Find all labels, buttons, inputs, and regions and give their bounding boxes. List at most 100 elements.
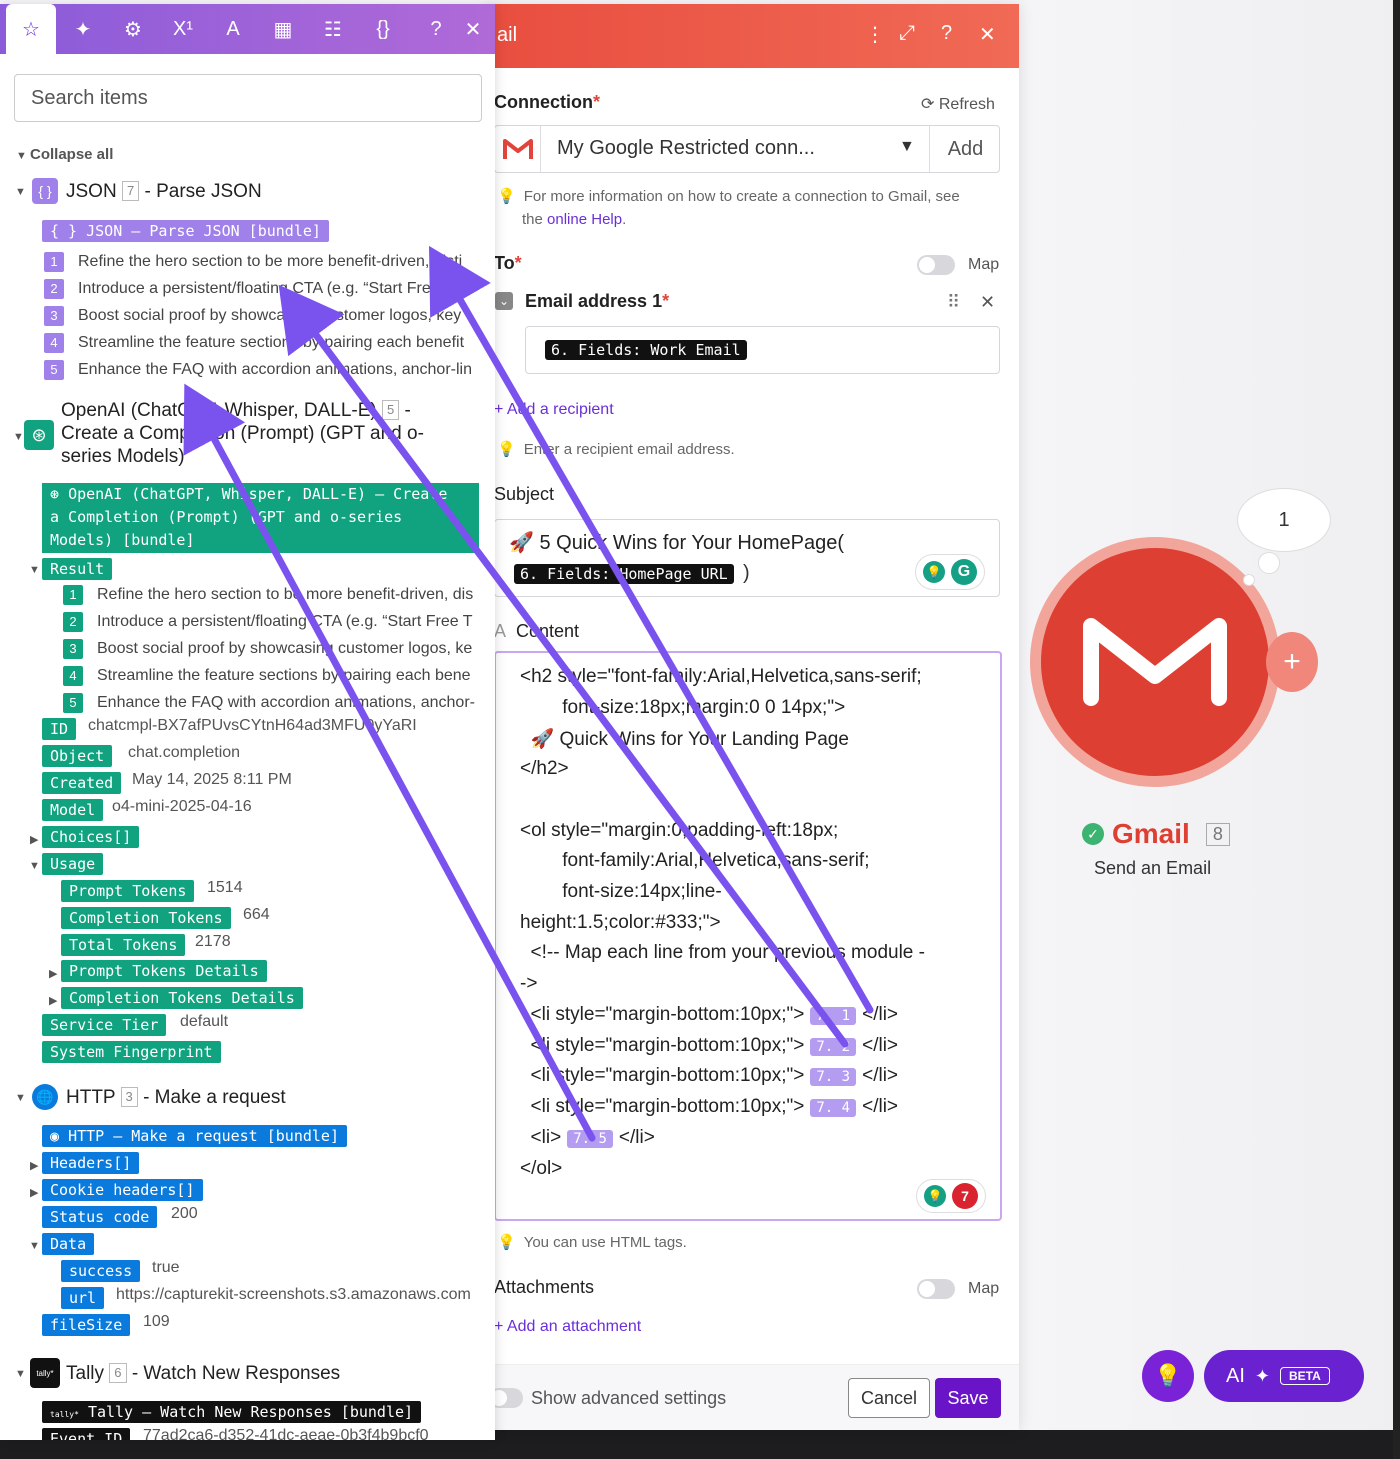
- json-list-item[interactable]: Boost social proof by showcasing custome…: [78, 307, 478, 325]
- connection-label: Connection*: [494, 92, 601, 112]
- tally-group-title[interactable]: Tally 6 - Watch New Responses: [66, 1362, 340, 1385]
- service-tier-chip[interactable]: Service Tier: [42, 1014, 167, 1036]
- headers-chip[interactable]: Headers[]: [42, 1152, 140, 1174]
- connection-select[interactable]: My Google Restricted conn... ▼ Add: [494, 125, 1000, 173]
- code-line: ->: [520, 973, 538, 994]
- http-bundle-chip[interactable]: ◉ HTTP – Make a request [bundle]: [42, 1125, 347, 1147]
- status-code-chip[interactable]: Status code: [42, 1206, 158, 1228]
- dialog-header: ail ⋮ ⤢ ? ✕: [487, 4, 1019, 68]
- field-chip[interactable]: Object: [42, 745, 113, 767]
- tab-date[interactable]: ▦: [258, 4, 308, 54]
- to-map-toggle[interactable]: [917, 255, 955, 275]
- json-bundle-chip[interactable]: { } JSON – Parse JSON [bundle]: [42, 220, 329, 242]
- code-line: </ol>: [520, 1157, 563, 1179]
- json-list-item[interactable]: Enhance the FAQ with accordion animation…: [78, 361, 478, 379]
- search-input[interactable]: Search items: [14, 74, 482, 122]
- result-list-item[interactable]: Boost social proof by showcasing custome…: [97, 640, 479, 658]
- collapse-email-icon[interactable]: ⌄: [495, 292, 513, 310]
- usage-field-chip[interactable]: Prompt Tokens: [61, 880, 195, 902]
- cookie-headers-chip[interactable]: Cookie headers[]: [42, 1179, 203, 1201]
- grammarly-widget[interactable]: 💡 7: [916, 1179, 986, 1213]
- completion-details-chip[interactable]: Completion Tokens Details: [61, 987, 303, 1009]
- openai-bundle-chip[interactable]: ⊛ OpenAI (ChatGPT, Whisper, DALL-E) – Cr…: [42, 483, 479, 553]
- choices-chip[interactable]: Choices[]: [42, 826, 140, 848]
- email-mapped-pill[interactable]: 6. Fields: Work Email: [545, 340, 747, 360]
- ai-assistant-button[interactable]: AI ✦ BETA: [1204, 1350, 1364, 1402]
- content-editor[interactable]: <h2 style="font-family:Arial,Helvetica,s…: [494, 651, 1002, 1221]
- panel-close[interactable]: ✕: [452, 4, 494, 54]
- prompt-details-chip[interactable]: Prompt Tokens Details: [61, 960, 267, 982]
- collapse-all-button[interactable]: Collapse all: [30, 146, 113, 163]
- drag-handle-icon[interactable]: ⠿: [947, 292, 960, 313]
- code-li-close: </li>: [862, 1034, 899, 1056]
- fingerprint-chip[interactable]: System Fingerprint: [42, 1041, 221, 1063]
- save-button[interactable]: Save: [935, 1378, 1001, 1418]
- expand-icon[interactable]: ⤢: [899, 22, 915, 45]
- tab-json[interactable]: {}: [358, 4, 408, 54]
- tab-settings[interactable]: ⚙: [108, 4, 158, 54]
- item-number: 5: [44, 360, 64, 380]
- usage-field-chip[interactable]: Total Tokens: [61, 934, 186, 956]
- attachments-map-toggle[interactable]: [917, 1279, 955, 1299]
- lightbulb-icon: 💡: [497, 188, 516, 205]
- field-chip[interactable]: Model: [42, 799, 104, 821]
- mapped-item-pill[interactable]: 7. 4: [810, 1099, 857, 1118]
- email-address-input[interactable]: 6. Fields: Work Email: [525, 326, 1000, 374]
- tab-favorites[interactable]: ☆: [6, 4, 56, 54]
- close-icon[interactable]: ✕: [979, 22, 996, 47]
- json-group-title[interactable]: JSON 7 - Parse JSON: [66, 180, 262, 203]
- add-connection-button[interactable]: Add: [929, 126, 1001, 172]
- tab-text[interactable]: A: [208, 4, 258, 54]
- chevron-down-icon[interactable]: ▼: [899, 138, 915, 156]
- tips-button[interactable]: 💡: [1142, 1350, 1194, 1402]
- refresh-button[interactable]: ⟳ Refresh: [921, 94, 995, 114]
- http-group-title[interactable]: HTTP 3 - Make a request: [66, 1086, 286, 1109]
- mapped-item-pill[interactable]: 7. 5: [567, 1129, 613, 1148]
- add-attachment-button[interactable]: + Add an attachment: [494, 1318, 641, 1336]
- field-chip[interactable]: ID: [42, 718, 77, 740]
- grammarly-widget[interactable]: 💡 G: [915, 554, 985, 590]
- cancel-button[interactable]: Cancel: [848, 1378, 930, 1418]
- code-li-open: <li style="margin-bottom:10px;">: [520, 1096, 805, 1118]
- filesize-chip[interactable]: fileSize: [42, 1314, 131, 1336]
- tab-math[interactable]: X¹: [158, 4, 208, 54]
- add-module-icon[interactable]: +: [1266, 632, 1318, 692]
- subject-mapped-pill[interactable]: 6. Fields: HomePage URL: [514, 564, 734, 584]
- json-list-item[interactable]: Refine the hero section to be more benef…: [78, 253, 478, 271]
- url-chip[interactable]: url: [61, 1287, 105, 1309]
- field-chip[interactable]: Created: [42, 772, 122, 794]
- success-chip[interactable]: success: [61, 1260, 141, 1282]
- usage-field-chip[interactable]: Completion Tokens: [61, 907, 231, 929]
- code-li-close: </li>: [862, 1096, 899, 1118]
- event-id-chip[interactable]: Event ID: [42, 1428, 131, 1440]
- more-icon[interactable]: ⋮: [865, 22, 885, 47]
- result-list-item[interactable]: Streamline the feature sections by pairi…: [97, 667, 479, 685]
- mapped-item-pill[interactable]: 7. 3: [810, 1068, 857, 1087]
- gmail-module[interactable]: [1041, 548, 1269, 776]
- tally-bundle-chip[interactable]: tally* Tally – Watch New Responses [bund…: [42, 1401, 422, 1423]
- operations-bubble: 1: [1237, 488, 1331, 552]
- mapped-item-pill[interactable]: 7. 1: [810, 1007, 857, 1025]
- add-recipient-button[interactable]: + Add a recipient: [494, 401, 614, 419]
- data-chip[interactable]: Data: [42, 1233, 95, 1255]
- superscript-icon: X¹: [173, 17, 193, 40]
- tab-table[interactable]: ☷: [308, 4, 358, 54]
- remove-email-icon[interactable]: ✕: [980, 292, 995, 313]
- help-icon[interactable]: ?: [941, 22, 952, 45]
- code-line: 🚀 Quick Wins for Your Landing Page: [520, 729, 849, 751]
- result-list-item[interactable]: Introduce a persistent/floating CTA (e.g…: [97, 613, 479, 631]
- result-list-item[interactable]: Enhance the FAQ with accordion animation…: [97, 694, 479, 712]
- online-help-link[interactable]: online Help: [547, 211, 622, 228]
- json-list-item[interactable]: Streamline the feature sections by pairi…: [78, 334, 478, 352]
- result-list-item[interactable]: Refine the hero section to be more benef…: [97, 586, 479, 604]
- usage-chip[interactable]: Usage: [42, 853, 104, 875]
- subject-close-paren: ): [743, 562, 750, 584]
- result-chip[interactable]: Result: [42, 558, 113, 580]
- openai-group-title[interactable]: OpenAI (ChatGPT, Whisper, DALL-E) 5 - Cr…: [61, 399, 424, 468]
- code-li-close: </li>: [618, 1126, 655, 1148]
- mapped-item-pill[interactable]: 7. 2: [810, 1037, 857, 1056]
- json-list-item[interactable]: Introduce a persistent/floating CTA (e.g…: [78, 280, 478, 298]
- tab-ai[interactable]: ✦: [58, 4, 108, 54]
- subject-input[interactable]: 🚀 5 Quick Wins for Your HomePage( 6. Fie…: [494, 519, 1000, 597]
- item-number: 1: [63, 585, 83, 605]
